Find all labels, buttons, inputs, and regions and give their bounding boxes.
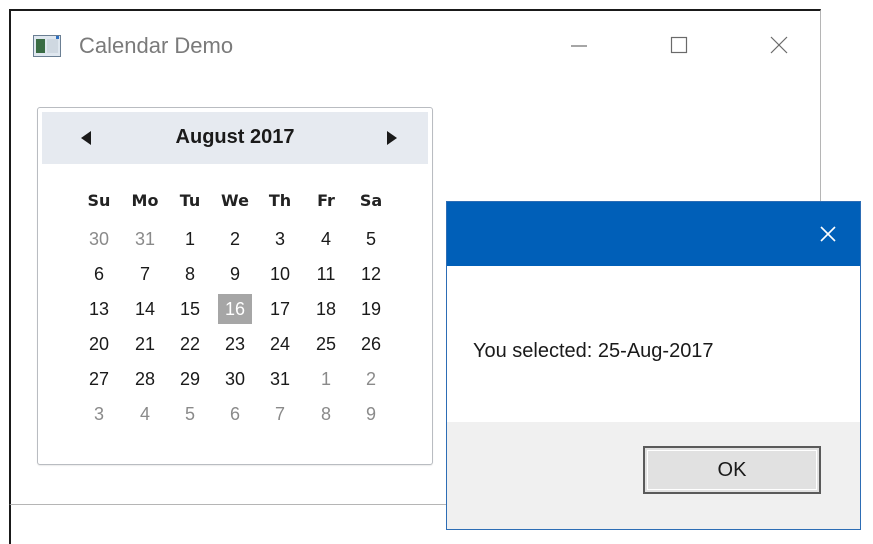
day-cell[interactable]: 3 bbox=[82, 399, 116, 429]
day-cell[interactable]: 2 bbox=[354, 364, 388, 394]
calendar-widget[interactable]: August 2017 Su Mo Tu We Th Fr Sa 30 31 1 2 3 4 5 6 7 8 9… bbox=[37, 107, 433, 465]
day-cell[interactable]: 12 bbox=[354, 259, 388, 289]
day-cell[interactable]: 30 bbox=[82, 224, 116, 254]
day-cell[interactable]: 29 bbox=[173, 364, 207, 394]
title-bar[interactable]: Calendar Demo bbox=[11, 11, 820, 79]
app-window-icon bbox=[33, 35, 61, 57]
close-icon bbox=[820, 226, 836, 242]
day-cell[interactable]: 9 bbox=[354, 399, 388, 429]
day-cell[interactable]: 4 bbox=[128, 399, 162, 429]
day-cell[interactable]: 5 bbox=[173, 399, 207, 429]
window-title: Calendar Demo bbox=[79, 33, 234, 58]
triangle-right-icon bbox=[387, 131, 397, 145]
dialog-title-bar[interactable] bbox=[447, 202, 860, 266]
day-cell[interactable]: 31 bbox=[128, 224, 162, 254]
day-cell[interactable]: 22 bbox=[173, 329, 207, 359]
day-cell[interactable]: 7 bbox=[128, 259, 162, 289]
maximize-icon bbox=[670, 36, 688, 54]
day-cell[interactable]: 5 bbox=[354, 224, 388, 254]
day-cell[interactable]: 2 bbox=[218, 224, 252, 254]
day-cell[interactable]: 3 bbox=[263, 224, 297, 254]
day-cell[interactable]: 4 bbox=[309, 224, 343, 254]
day-cell[interactable]: 20 bbox=[82, 329, 116, 359]
day-cell[interactable]: 8 bbox=[309, 399, 343, 429]
minimize-icon bbox=[571, 45, 587, 47]
weekday-label: Sa bbox=[359, 191, 383, 210]
day-cell[interactable]: 15 bbox=[173, 294, 207, 324]
day-cell[interactable]: 23 bbox=[218, 329, 252, 359]
day-cell[interactable]: 6 bbox=[82, 259, 116, 289]
weekday-label: Mo bbox=[131, 191, 159, 210]
day-cell[interactable]: 24 bbox=[263, 329, 297, 359]
day-cell[interactable]: 17 bbox=[263, 294, 297, 324]
weekday-label: Su bbox=[87, 191, 111, 210]
ok-button[interactable]: OK bbox=[643, 446, 821, 494]
day-cell[interactable]: 1 bbox=[173, 224, 207, 254]
day-cell[interactable]: 7 bbox=[263, 399, 297, 429]
close-icon bbox=[770, 36, 788, 54]
window-edge bbox=[9, 505, 11, 544]
day-cell[interactable]: 28 bbox=[128, 364, 162, 394]
weekday-label: Th bbox=[268, 191, 292, 210]
day-cell-selected[interactable]: 16 bbox=[218, 294, 252, 324]
day-cell[interactable]: 19 bbox=[354, 294, 388, 324]
day-cell[interactable]: 27 bbox=[82, 364, 116, 394]
dialog-close-button[interactable] bbox=[810, 216, 846, 252]
dialog-message: You selected: 25-Aug-2017 bbox=[473, 340, 714, 362]
weekday-label: Fr bbox=[317, 191, 335, 210]
day-cell[interactable]: 26 bbox=[354, 329, 388, 359]
day-cell[interactable]: 31 bbox=[263, 364, 297, 394]
day-cell[interactable]: 10 bbox=[263, 259, 297, 289]
day-cell[interactable]: 13 bbox=[82, 294, 116, 324]
maximize-button[interactable] bbox=[656, 25, 702, 65]
day-cell[interactable]: 14 bbox=[128, 294, 162, 324]
next-month-button[interactable] bbox=[380, 126, 404, 150]
day-cell[interactable]: 21 bbox=[128, 329, 162, 359]
day-cell[interactable]: 9 bbox=[218, 259, 252, 289]
dialog-footer: OK bbox=[447, 422, 860, 529]
day-cell[interactable]: 30 bbox=[218, 364, 252, 394]
day-cell[interactable]: 1 bbox=[309, 364, 343, 394]
minimize-button[interactable] bbox=[556, 25, 602, 65]
calendar-header: August 2017 bbox=[42, 112, 428, 164]
message-dialog: You selected: 25-Aug-2017 OK bbox=[446, 201, 861, 530]
day-cell[interactable]: 11 bbox=[309, 259, 343, 289]
day-cell[interactable]: 6 bbox=[218, 399, 252, 429]
month-year-title[interactable]: August 2017 bbox=[42, 126, 428, 149]
weekday-label: We bbox=[221, 191, 249, 210]
weekday-label: Tu bbox=[179, 191, 201, 210]
day-cell[interactable]: 25 bbox=[309, 329, 343, 359]
day-cell[interactable]: 18 bbox=[309, 294, 343, 324]
day-cell[interactable]: 8 bbox=[173, 259, 207, 289]
close-button[interactable] bbox=[756, 25, 802, 65]
